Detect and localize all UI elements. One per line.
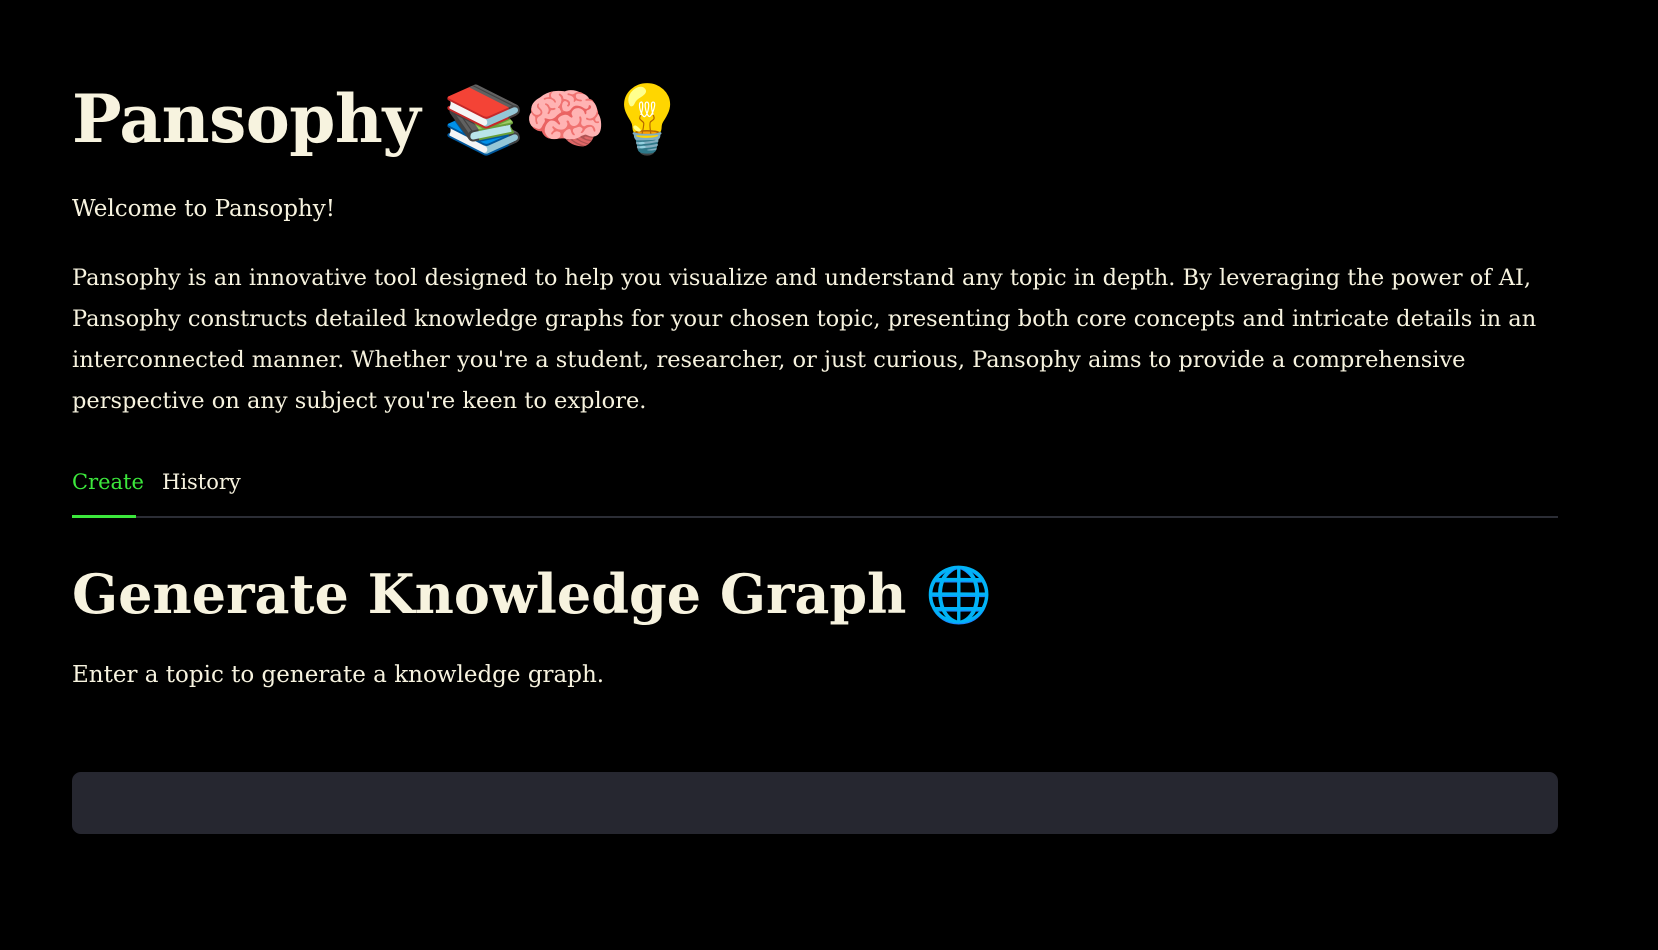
tab-create[interactable]: Create xyxy=(72,468,144,496)
topic-prompt: Enter a topic to generate a knowledge gr… xyxy=(72,662,605,688)
tab-history[interactable]: History xyxy=(162,468,241,496)
topic-input[interactable] xyxy=(72,772,1558,834)
app-title: Pansophy 📚🧠💡 xyxy=(72,80,688,158)
active-tab-indicator xyxy=(72,515,136,518)
section-heading: Generate Knowledge Graph 🌐 xyxy=(72,562,993,626)
intro-paragraph: Pansophy is an innovative tool designed … xyxy=(72,265,1537,414)
welcome-text: Welcome to Pansophy! xyxy=(72,196,335,222)
tab-bar: Create History xyxy=(72,458,1558,518)
